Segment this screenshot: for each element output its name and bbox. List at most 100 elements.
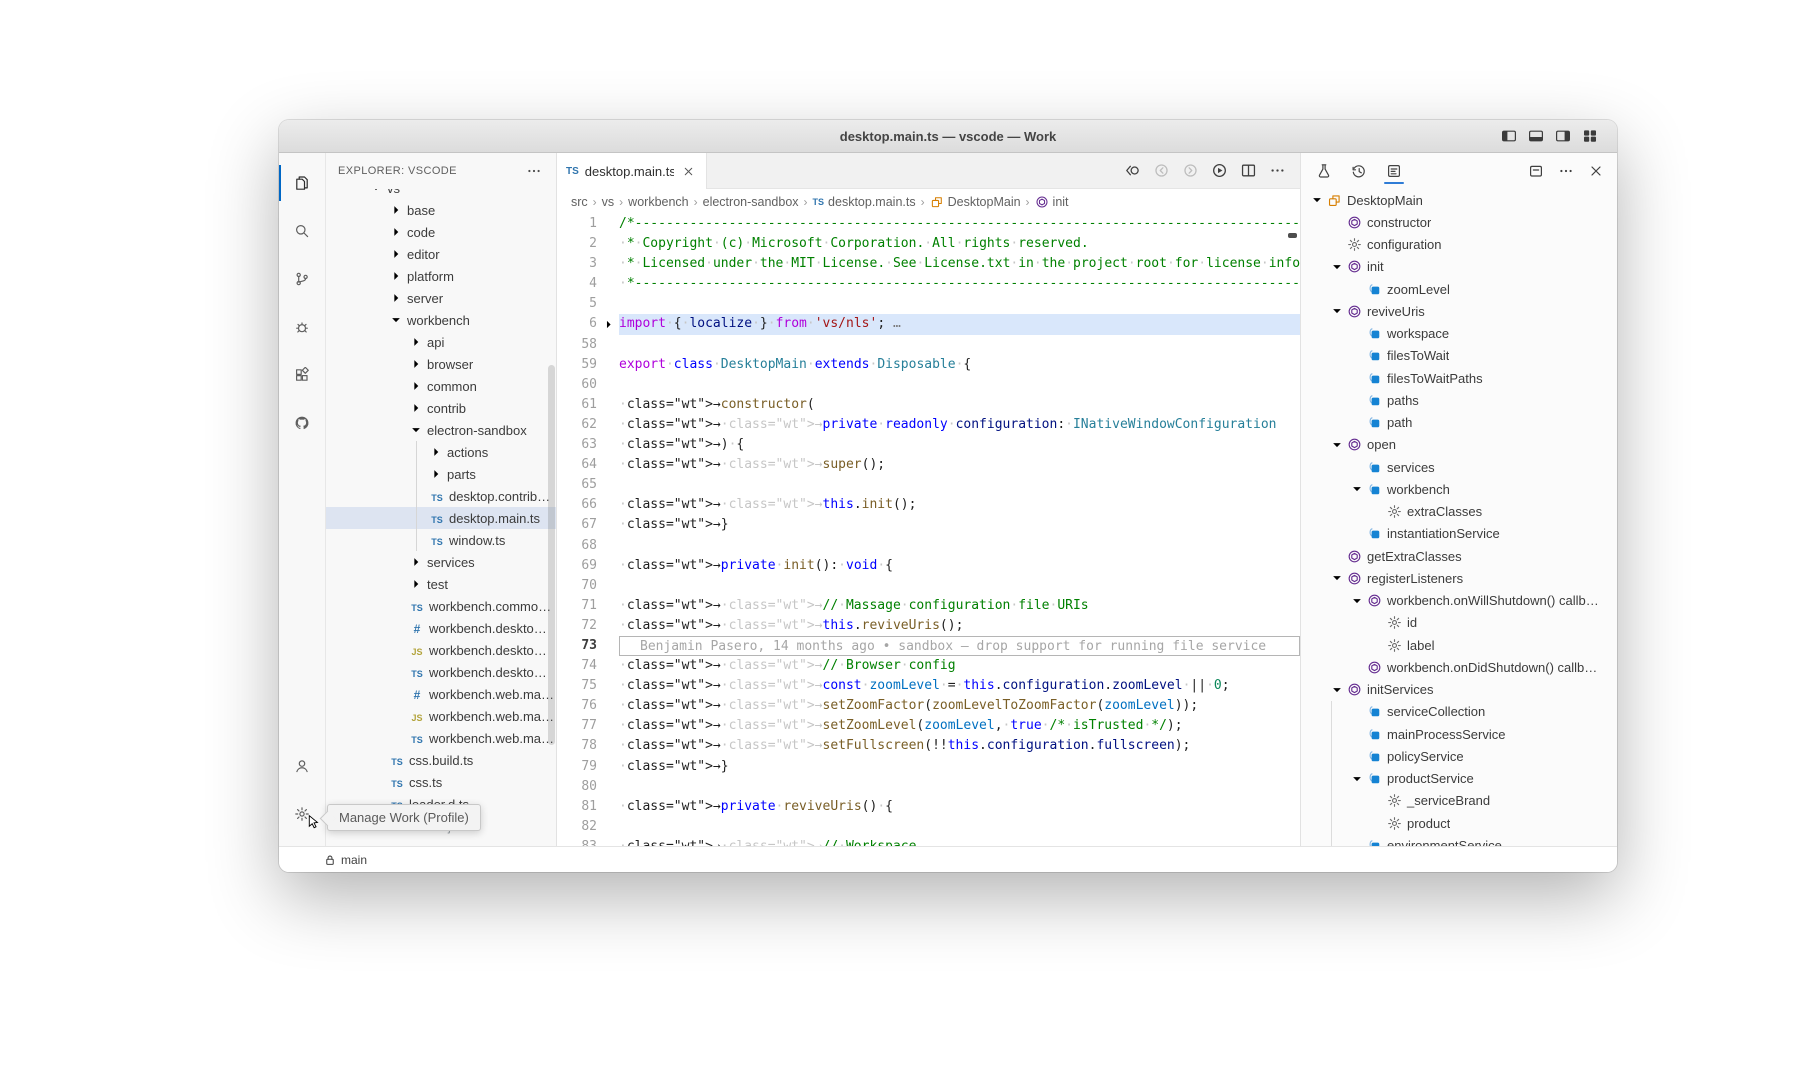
code-line-66[interactable]: 66·class="wt">→·class="wt">→this.init(); — [557, 495, 1300, 515]
gutter[interactable]: 70 — [557, 576, 619, 596]
run-button[interactable] — [1209, 161, 1229, 181]
gutter[interactable]: 3 — [557, 254, 619, 274]
code-line-72[interactable]: 72·class="wt">→·class="wt">→this.reviveU… — [557, 616, 1300, 636]
code-line-82[interactable]: 82 — [557, 817, 1300, 837]
outline-item-services[interactable]: services — [1301, 456, 1617, 478]
code-line-67[interactable]: 67·class="wt">→} — [557, 515, 1300, 535]
gutter[interactable]: 80 — [557, 777, 619, 797]
chevron-down-icon[interactable] — [1329, 260, 1345, 274]
outline-item-workbench[interactable]: workbench — [1301, 478, 1617, 500]
gutter[interactable]: 69 — [557, 556, 619, 576]
code-line-58[interactable]: 58 — [557, 335, 1300, 355]
code-line-2[interactable]: 2·*·Copyright·(c)·Microsoft·Corporation.… — [557, 234, 1300, 254]
gutter[interactable]: 82 — [557, 817, 619, 837]
breadcrumb-DesktopMain[interactable]: DesktopMain — [930, 195, 1021, 209]
outline-item-paths[interactable]: paths — [1301, 389, 1617, 411]
more-button[interactable] — [1556, 162, 1575, 181]
code-line-75[interactable]: 75·class="wt">→·class="wt">→const·zoomLe… — [557, 676, 1300, 696]
fold-chevron-icon[interactable] — [597, 318, 619, 331]
outline-item-workspace[interactable]: workspace — [1301, 323, 1617, 345]
gutter[interactable]: 72 — [557, 616, 619, 636]
toggle-layout-bottom-button[interactable] — [1527, 127, 1545, 145]
code-line-80[interactable]: 80 — [557, 777, 1300, 797]
explorer-folder-platform[interactable]: platform — [326, 265, 556, 287]
gutter[interactable]: 64 — [557, 455, 619, 475]
code-line-70[interactable]: 70 — [557, 576, 1300, 596]
explorer-file-workbench.deskto…[interactable]: JSworkbench.deskto… — [326, 639, 556, 661]
explorer-file-workbench.web.ma…[interactable]: TSworkbench.web.ma… — [326, 727, 556, 749]
outline-item-id[interactable]: id — [1301, 612, 1617, 634]
breadcrumb-workbench[interactable]: workbench — [628, 195, 688, 209]
outline-item-serviceCollection[interactable]: serviceCollection — [1301, 701, 1617, 723]
outline-item-path[interactable]: path — [1301, 412, 1617, 434]
explorer-folder-common[interactable]: common — [326, 375, 556, 397]
breadcrumb-vs[interactable]: vs — [602, 195, 615, 209]
tab-close-button[interactable] — [680, 163, 697, 180]
close-button[interactable] — [1586, 162, 1605, 181]
outline-item-environmentService[interactable]: environmentService — [1301, 834, 1617, 846]
code-line-81[interactable]: 81·class="wt">→private·reviveUris()·{ — [557, 797, 1300, 817]
explorer-file-workbench.web.ma…[interactable]: JSworkbench.web.ma… — [326, 705, 556, 727]
collapse-all-button[interactable] — [1526, 162, 1545, 181]
explorer-scrollbar[interactable] — [548, 365, 555, 745]
explorer-folder-parts[interactable]: parts — [326, 463, 556, 485]
chevron-down-icon[interactable] — [1349, 772, 1365, 786]
explorer-file-workbench.deskto…[interactable]: #workbench.deskto… — [326, 617, 556, 639]
toggle-layout-right-button[interactable] — [1554, 127, 1572, 145]
gutter[interactable]: 65 — [557, 475, 619, 495]
gutter[interactable]: 63 — [557, 435, 619, 455]
code-line-1[interactable]: 1/*-------------------------------------… — [557, 214, 1300, 234]
explorer-folder-editor[interactable]: editor — [326, 243, 556, 265]
code-line-78[interactable]: 78·class="wt">→·class="wt">→setFullscree… — [557, 736, 1300, 756]
code-line-71[interactable]: 71·class="wt">→·class="wt">→//·Massage·c… — [557, 596, 1300, 616]
explorer-folder-test[interactable]: test — [326, 573, 556, 595]
toggle-layout-grid-button[interactable] — [1581, 127, 1599, 145]
gutter[interactable]: 62 — [557, 415, 619, 435]
status-branch[interactable]: main — [323, 853, 367, 867]
secondary-tab-timeline[interactable] — [1348, 157, 1370, 185]
code-line-74[interactable]: 74·class="wt">→·class="wt">→//·Browser·c… — [557, 656, 1300, 676]
breadcrumb-init[interactable]: init — [1035, 195, 1069, 209]
breadcrumb-desktop.main.ts[interactable]: TSdesktop.main.ts — [813, 195, 916, 209]
explorer-folder-code[interactable]: code — [326, 221, 556, 243]
explorer-more-button[interactable] — [524, 161, 544, 181]
explorer-folder-api[interactable]: api — [326, 331, 556, 353]
chevron-down-icon[interactable] — [1329, 438, 1345, 452]
code-line-62[interactable]: 62·class="wt">→·class="wt">→private·read… — [557, 415, 1300, 435]
breadcrumb-electron-sandbox[interactable]: electron-sandbox — [703, 195, 799, 209]
code-line-83[interactable]: 83·class="wt">→·class="wt">→//·Workspace — [557, 837, 1300, 846]
explorer-file-workbench.deskto…[interactable]: TSworkbench.deskto… — [326, 661, 556, 683]
next-change-button[interactable] — [1180, 161, 1200, 181]
outline-item-workbench.onWillShutdown() callb…[interactable]: workbench.onWillShutdown() callb… — [1301, 590, 1617, 612]
code-line-4[interactable]: 4·*-------------------------------------… — [557, 274, 1300, 294]
gutter[interactable]: 59 — [557, 355, 619, 375]
code-line-69[interactable]: 69·class="wt">→private·init():·void·{ — [557, 556, 1300, 576]
chevron-down-icon[interactable] — [1329, 571, 1345, 585]
outline-item-extraClasses[interactable]: extraClasses — [1301, 501, 1617, 523]
outline-item-open[interactable]: open — [1301, 434, 1617, 456]
explorer-folder-workbench[interactable]: workbench — [326, 309, 556, 331]
explorer-folder-actions[interactable]: actions — [326, 441, 556, 463]
gutter[interactable]: 83 — [557, 837, 619, 846]
code-line-79[interactable]: 79·class="wt">→} — [557, 757, 1300, 777]
tab-desktop-main-ts[interactable]: TS desktop.main.ts — [557, 153, 707, 189]
code-line-64[interactable]: 64·class="wt">→·class="wt">→super(); — [557, 455, 1300, 475]
explorer-folder-server[interactable]: server — [326, 287, 556, 309]
gutter[interactable]: 67 — [557, 515, 619, 535]
chevron-down-icon[interactable] — [1309, 193, 1325, 207]
explorer-folder-browser[interactable]: browser — [326, 353, 556, 375]
activity-github[interactable] — [279, 399, 326, 447]
gutter[interactable]: 77 — [557, 716, 619, 736]
outline-item-workbench.onDidShutdown() callb…[interactable]: workbench.onDidShutdown() callb… — [1301, 656, 1617, 678]
activity-explorer[interactable] — [279, 159, 326, 207]
gutter[interactable]: 61 — [557, 395, 619, 415]
outline-item-label[interactable]: label — [1301, 634, 1617, 656]
outline-item-constructor[interactable]: constructor — [1301, 211, 1617, 233]
outline-item-registerListeners[interactable]: registerListeners — [1301, 567, 1617, 589]
split-editor-button[interactable] — [1238, 161, 1258, 181]
gutter[interactable]: 68 — [557, 536, 619, 556]
gutter[interactable]: 76 — [557, 696, 619, 716]
title-bar[interactable]: desktop.main.ts — vscode — Work — [279, 120, 1617, 153]
activity-accounts[interactable] — [279, 742, 326, 790]
code-editor[interactable]: 1/*-------------------------------------… — [557, 214, 1300, 846]
